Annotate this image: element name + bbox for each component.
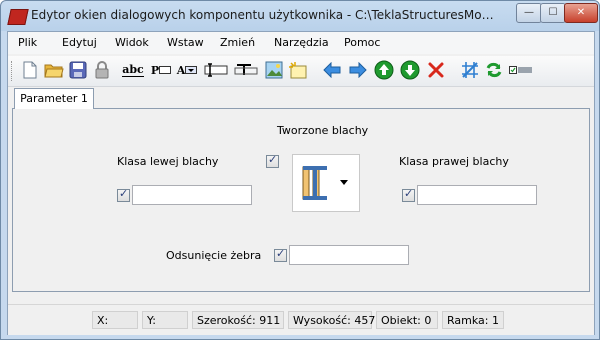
- textbox-tool-icon[interactable]: [232, 60, 260, 80]
- grid-snap-icon[interactable]: [460, 60, 480, 80]
- arrow-left-icon[interactable]: [322, 60, 342, 80]
- menu-pomoc[interactable]: Pomoc: [344, 36, 380, 49]
- rib-offset-label: Odsunięcie żebra: [166, 249, 262, 262]
- save-icon[interactable]: [68, 60, 88, 80]
- status-object: Obiekt: 0: [376, 311, 438, 329]
- plate-type-selector[interactable]: [292, 154, 360, 212]
- label-tool-icon[interactable]: abc: [120, 60, 146, 80]
- status-x: X:: [92, 311, 138, 329]
- arrow-up-icon[interactable]: [374, 60, 394, 80]
- menu-widok[interactable]: Widok: [115, 36, 149, 49]
- left-plate-class-input[interactable]: [132, 185, 252, 205]
- dropdown-arrow-icon: [340, 180, 348, 185]
- dialog-editor-window: Edytor okien dialogowych komponentu użyt…: [0, 0, 600, 340]
- menu-wstaw[interactable]: Wstaw: [167, 36, 204, 49]
- close-button[interactable]: ✕: [564, 3, 598, 23]
- window-title: Edytor okien dialogowych komponentu użyt…: [31, 8, 501, 22]
- created-plates-checkbox[interactable]: [266, 153, 279, 168]
- client-area: Plik Edytuj Widok Wstaw Zmień Narzędzia …: [7, 31, 595, 335]
- new-tab-icon[interactable]: [288, 60, 308, 80]
- toolbar-grip[interactable]: [11, 61, 15, 81]
- p-label: P: [150, 63, 160, 77]
- left-plate-class-label: Klasa lewej blachy: [117, 155, 219, 168]
- maximize-button[interactable]: ☐: [540, 3, 566, 23]
- refresh-icon[interactable]: [484, 60, 504, 80]
- right-plate-class-checkbox[interactable]: [402, 187, 415, 202]
- parameter-field-icon[interactable]: P: [148, 60, 174, 80]
- status-bar: X: Y: Szerokość: 911 Wysokość: 457 Obiek…: [8, 304, 594, 335]
- attribute-combo-icon[interactable]: A: [174, 60, 200, 80]
- lock-icon[interactable]: [92, 60, 112, 80]
- status-frame: Ramka: 1: [442, 311, 504, 329]
- open-folder-icon[interactable]: [44, 60, 64, 80]
- status-height: Wysokość: 457: [288, 311, 375, 329]
- menu-narzedzia[interactable]: Narzędzia: [274, 36, 329, 49]
- parameter-panel: Tworzone blachy Klasa lewej blachy Klasa…: [12, 108, 590, 292]
- status-width: Szerokość: 911: [192, 311, 284, 329]
- menu-plik[interactable]: Plik: [18, 36, 37, 49]
- rib-offset-input[interactable]: [289, 245, 409, 265]
- created-plates-heading: Tworzone blachy: [277, 124, 369, 137]
- picture-icon[interactable]: [264, 60, 284, 80]
- right-plate-class-label: Klasa prawej blachy: [399, 155, 509, 168]
- minimize-button[interactable]: —: [516, 3, 542, 23]
- right-plate-class-input[interactable]: [417, 185, 537, 205]
- title-bar[interactable]: Edytor okien dialogowych komponentu użyt…: [1, 1, 599, 31]
- app-icon: [7, 9, 29, 25]
- arrow-right-icon[interactable]: [348, 60, 368, 80]
- abc-label: abc: [122, 62, 144, 77]
- left-plate-class-checkbox[interactable]: [117, 187, 130, 202]
- arrow-down-icon[interactable]: [400, 60, 420, 80]
- rib-offset-checkbox[interactable]: [274, 247, 287, 262]
- toggle-checkbox-icon[interactable]: [508, 60, 534, 80]
- toolbar: abc P A: [8, 56, 594, 87]
- new-file-icon[interactable]: [20, 60, 40, 80]
- tab-parameter-1[interactable]: Parameter 1: [14, 88, 94, 109]
- menu-bar: Plik Edytuj Widok Wstaw Zmień Narzędzia …: [8, 32, 594, 54]
- delete-icon[interactable]: [426, 60, 446, 80]
- stiffener-profile-icon: [302, 166, 348, 200]
- status-y: Y:: [142, 311, 188, 329]
- menu-zmien[interactable]: Zmień: [220, 36, 255, 49]
- a-label: A: [176, 63, 186, 77]
- text-field-icon[interactable]: [202, 60, 230, 80]
- menu-edytuj[interactable]: Edytuj: [62, 36, 97, 49]
